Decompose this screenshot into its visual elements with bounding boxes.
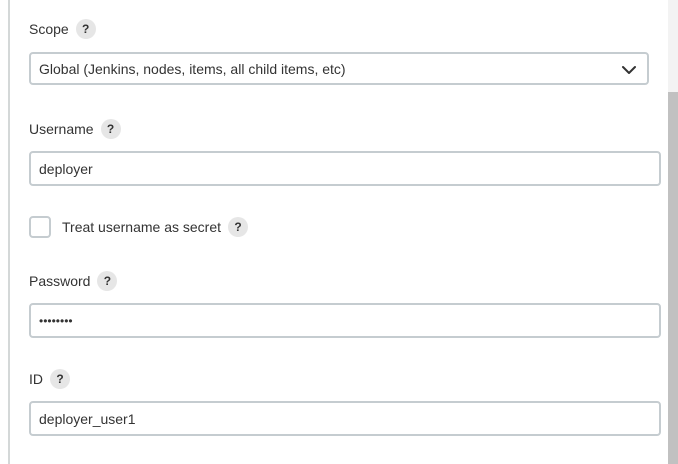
password-help-icon[interactable]: ? (97, 271, 118, 291)
credentials-form: Scope ? Global (Jenkins, nodes, items, a… (0, 0, 678, 464)
chevron-down-icon (622, 66, 636, 74)
password-input[interactable]: •••••••• (29, 303, 661, 338)
scope-help-icon[interactable]: ? (75, 19, 96, 39)
scope-field: Scope ? Global (Jenkins, nodes, items, a… (29, 19, 653, 85)
treat-secret-row: Treat username as secret ? (29, 215, 248, 239)
username-help-icon[interactable]: ? (100, 119, 121, 139)
scope-label-row: Scope ? (29, 19, 653, 39)
id-help-icon[interactable]: ? (50, 369, 70, 389)
scope-selected-value: Global (Jenkins, nodes, items, all child… (39, 60, 346, 77)
username-label: Username (29, 121, 94, 137)
id-label-row: ID ? (29, 369, 653, 389)
scope-select[interactable]: Global (Jenkins, nodes, items, all child… (29, 52, 649, 85)
id-field: ID ? deployer_user1 (29, 369, 661, 436)
treat-secret-help-icon[interactable]: ? (228, 217, 248, 237)
id-input[interactable]: deployer_user1 (29, 401, 661, 436)
treat-secret-label[interactable]: Treat username as secret (62, 219, 221, 235)
password-label: Password (29, 273, 91, 289)
username-field: Username ? deployer (29, 119, 661, 186)
section-divider (8, 0, 10, 464)
password-label-row: Password ? (29, 271, 653, 291)
username-label-row: Username ? (29, 119, 653, 139)
username-input[interactable]: deployer (29, 151, 661, 186)
username-value: deployer (39, 160, 93, 177)
scope-label: Scope (29, 21, 69, 37)
id-label: ID (29, 371, 43, 387)
id-value: deployer_user1 (39, 410, 136, 427)
password-field: Password ? •••••••• (29, 271, 661, 338)
scrollbar-thumb[interactable] (668, 92, 678, 464)
treat-secret-checkbox[interactable] (29, 216, 51, 238)
password-value: •••••••• (39, 313, 73, 328)
